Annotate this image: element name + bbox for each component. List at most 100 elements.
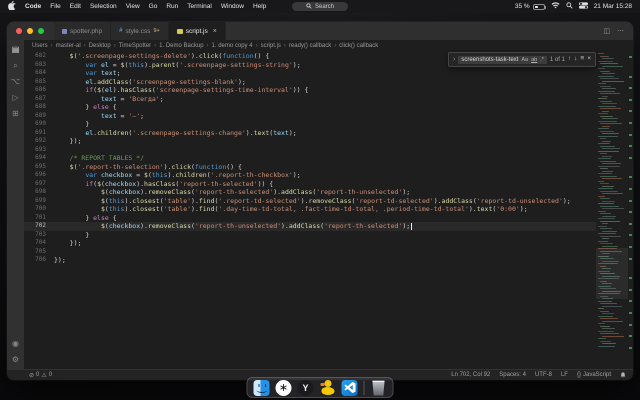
overview-ruler[interactable] xyxy=(628,51,633,369)
encoding[interactable]: UTF-8 xyxy=(535,372,552,378)
code-line[interactable]: 692 }); xyxy=(24,137,596,146)
line-number[interactable]: 702 xyxy=(24,222,54,231)
code-line[interactable]: 685 el.addClass('screenpage-settings-bla… xyxy=(24,78,596,87)
regex-toggle[interactable]: .* xyxy=(540,57,544,63)
close-window-button[interactable] xyxy=(16,28,22,34)
line-number[interactable]: 703 xyxy=(24,231,54,240)
code-line[interactable]: 694 /* REPORT TABLES */ xyxy=(24,154,596,163)
breadcrumb-item[interactable]: click() callback xyxy=(339,43,378,49)
settings-gear-icon[interactable]: ⚙ xyxy=(12,356,19,364)
breadcrumb-item[interactable]: Users xyxy=(32,43,48,49)
search-icon[interactable]: ⌕ xyxy=(13,62,17,70)
line-number[interactable]: 687 xyxy=(24,95,54,104)
line-number[interactable]: 705 xyxy=(24,248,54,257)
line-number[interactable]: 695 xyxy=(24,163,54,172)
source-control-icon[interactable]: ⌥ xyxy=(11,78,20,86)
battery-indicator[interactable]: 35 % xyxy=(515,3,546,10)
account-icon[interactable]: ◉ xyxy=(12,340,19,348)
code-line[interactable]: 702 $(checkbox).removeClass('report-th-u… xyxy=(24,222,596,231)
line-number[interactable]: 689 xyxy=(24,112,54,121)
code-line[interactable]: 688 } else { xyxy=(24,103,596,112)
find-next-button[interactable]: ↓ xyxy=(574,56,577,63)
code-line[interactable]: 686 if($(el).hasClass('screenpage-settin… xyxy=(24,86,596,95)
match-case-toggle[interactable]: Aa xyxy=(521,57,528,63)
line-number[interactable]: 690 xyxy=(24,120,54,129)
problems-indicator[interactable]: ⊘ 0 ⚠ 0 xyxy=(29,372,52,379)
line-number[interactable]: 693 xyxy=(24,146,54,155)
menu-terminal[interactable]: Terminal xyxy=(187,3,212,10)
line-number[interactable]: 699 xyxy=(24,197,54,206)
code-line[interactable]: 705 xyxy=(24,248,596,257)
line-number[interactable]: 684 xyxy=(24,69,54,78)
trash-dock-icon[interactable] xyxy=(372,380,385,396)
code-line[interactable]: 695 $('.report-th-selection').click(func… xyxy=(24,163,596,172)
find-previous-button[interactable]: ↑ xyxy=(568,56,571,63)
spotlight-icon[interactable] xyxy=(566,2,573,11)
vscode-dock-icon[interactable] xyxy=(341,379,358,396)
minimap-slider[interactable] xyxy=(596,248,628,300)
language-mode[interactable]: {} JavaScript xyxy=(577,372,611,378)
find-expand-chevron-icon[interactable]: › xyxy=(453,56,455,63)
explorer-icon[interactable]: ▤ xyxy=(12,46,20,54)
line-number[interactable]: 683 xyxy=(24,61,54,70)
find-input[interactable]: screenshots-task-text Aa ab .* xyxy=(458,55,547,64)
minimap[interactable] xyxy=(596,51,628,369)
tab-style.css[interactable]: # style.css 9+ xyxy=(111,22,169,40)
code-line[interactable]: 700 $(this).closest('table').find('.day-… xyxy=(24,205,596,214)
code-line[interactable]: 690 } xyxy=(24,120,596,129)
find-close-button[interactable]: × xyxy=(587,56,591,63)
menu-go[interactable]: Go xyxy=(149,3,158,10)
menu-run[interactable]: Run xyxy=(166,3,178,10)
line-number[interactable]: 682 xyxy=(24,52,54,61)
line-number[interactable]: 698 xyxy=(24,188,54,197)
tab-close-icon[interactable]: × xyxy=(213,28,217,35)
line-number[interactable]: 692 xyxy=(24,137,54,146)
line-number[interactable]: 696 xyxy=(24,171,54,180)
menu-code[interactable]: Code xyxy=(25,3,41,10)
code-line[interactable]: 701 } else { xyxy=(24,214,596,223)
code-line[interactable]: 704 }); xyxy=(24,239,596,248)
line-number[interactable]: 701 xyxy=(24,214,54,223)
code-line[interactable]: 698 $(checkbox).removeClass('report-th-s… xyxy=(24,188,596,197)
menubar-clock[interactable]: 21 Mar 15:28 xyxy=(594,3,632,10)
split-editor-icon[interactable]: ◫ xyxy=(603,27,610,35)
code-line[interactable]: 696 var checkbox = $(this).children('.re… xyxy=(24,171,596,180)
code-line[interactable]: 699 $(this).closest('table').find('.repo… xyxy=(24,197,596,206)
menubar-search-pill[interactable]: Search xyxy=(291,2,349,11)
breadcrumb-item[interactable]: Desktop xyxy=(89,43,111,49)
cursor-position[interactable]: Ln 702, Col 92 xyxy=(451,372,490,378)
line-number[interactable]: 704 xyxy=(24,239,54,248)
code-line[interactable]: 706}); xyxy=(24,256,596,265)
line-number[interactable]: 688 xyxy=(24,103,54,112)
menu-edit[interactable]: Edit xyxy=(70,3,81,10)
line-number[interactable]: 686 xyxy=(24,86,54,95)
breadcrumb-item[interactable]: script.js xyxy=(261,43,281,49)
y-app-dock-icon[interactable]: Y xyxy=(297,379,314,396)
apple-menu-icon[interactable] xyxy=(8,1,16,12)
breadcrumb-item[interactable]: 1. demo copy 4 xyxy=(212,43,253,49)
finder-dock-icon[interactable] xyxy=(253,379,270,396)
cyberduck-dock-icon[interactable] xyxy=(320,380,336,396)
indentation[interactable]: Spaces: 4 xyxy=(499,372,526,378)
control-center-icon[interactable] xyxy=(578,2,588,11)
code-line[interactable]: 691 el.children('.screenpage-settings-ch… xyxy=(24,129,596,138)
extensions-icon[interactable]: ⊞ xyxy=(12,110,19,118)
more-actions-icon[interactable]: ⋯ xyxy=(617,27,624,35)
code-line[interactable]: 703 } xyxy=(24,231,596,240)
tab-script.js[interactable]: script.js × xyxy=(168,22,226,40)
line-number[interactable]: 700 xyxy=(24,205,54,214)
menu-selection[interactable]: Selection xyxy=(90,3,117,10)
breadcrumb-item[interactable]: ready() callback xyxy=(289,43,331,49)
menu-help[interactable]: Help xyxy=(253,3,266,10)
code-line[interactable]: 689 text = '—'; xyxy=(24,112,596,121)
code-line[interactable]: 693 xyxy=(24,146,596,155)
tab-spotter.php[interactable]: spotter.php xyxy=(54,22,112,40)
chatgpt-dock-icon[interactable]: ∗ xyxy=(275,379,292,396)
menu-window[interactable]: Window xyxy=(221,3,244,10)
line-number[interactable]: 706 xyxy=(24,256,54,265)
eol-selector[interactable]: LF xyxy=(561,372,568,378)
zoom-window-button[interactable] xyxy=(38,28,44,34)
menu-view[interactable]: View xyxy=(126,3,140,10)
line-number[interactable]: 691 xyxy=(24,129,54,138)
minimize-window-button[interactable] xyxy=(27,28,33,34)
